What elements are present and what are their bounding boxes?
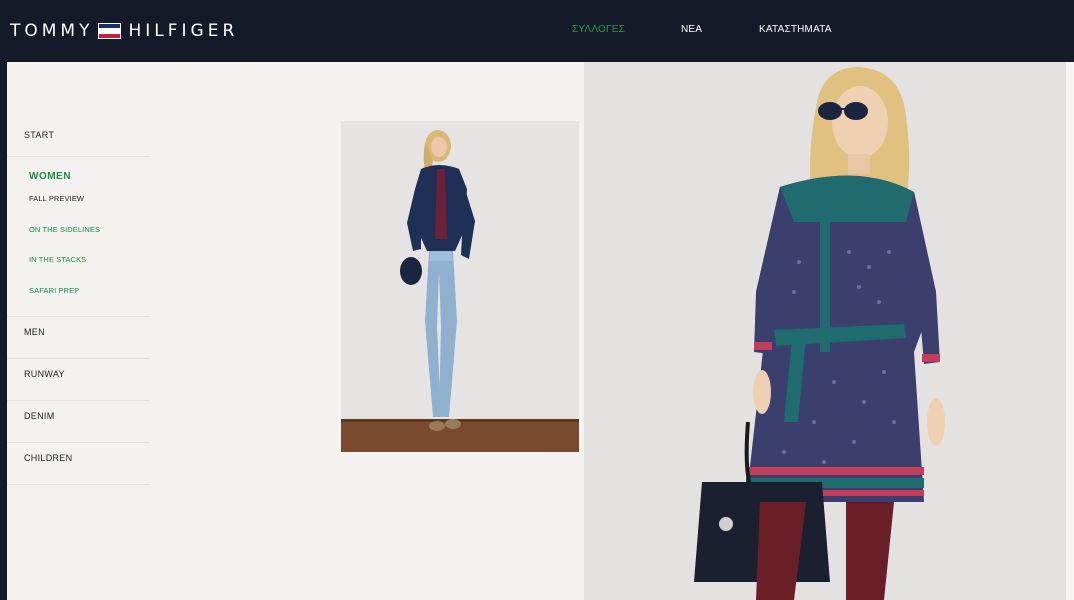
nav-stores[interactable]: ΚΑΤΑΣΤΗΜΑΤΑ — [759, 24, 832, 35]
active-pointer-icon — [0, 193, 7, 205]
lookbook-photo-small[interactable] — [341, 121, 579, 452]
top-header: TOMMY HILFIGER ΣΥΛΛΟΓΕΣ ΝΕΑ ΚΑΤΑΣΤΗΜΑΤΑ — [0, 0, 1074, 62]
sidebar-subitem-in-the-stacks[interactable]: IN THE STACKS — [7, 249, 150, 280]
sidebar-subitem-on-the-sidelines[interactable]: ON THE SIDELINES — [7, 219, 150, 250]
sidebar-group-women: WOMEN FALL PREVIEW ON THE SIDELINES IN T… — [0, 157, 150, 317]
model-jacket-jeans-image — [341, 121, 579, 452]
sidebar-item-women[interactable]: WOMEN — [7, 166, 150, 188]
nav-news[interactable]: ΝΕΑ — [681, 24, 702, 35]
sidebar-item-denim[interactable]: DENIM — [7, 401, 150, 443]
left-frame-border — [0, 62, 7, 600]
sidebar-item-start[interactable]: START — [7, 120, 150, 157]
lookbook-photo-large[interactable] — [584, 62, 1066, 600]
sidebar-subitem-fall-preview[interactable]: FALL PREVIEW — [7, 188, 150, 219]
flag-logo-icon — [98, 23, 122, 39]
sidebar-subitem-safari-prep[interactable]: SAFARI PREP — [7, 280, 150, 311]
brand-name-right: HILFIGER — [128, 21, 239, 41]
collections-sidebar: START WOMEN FALL PREVIEW ON THE SIDELINE… — [0, 120, 150, 485]
nav-collections[interactable]: ΣΥΛΛΟΓΕΣ — [572, 24, 625, 35]
sidebar-item-children[interactable]: CHILDREN — [7, 443, 150, 485]
sidebar-item-men[interactable]: MEN — [7, 317, 150, 359]
model-printed-dress-image — [584, 62, 1066, 600]
brand-name-left: TOMMY — [10, 21, 94, 41]
right-frame-border — [1066, 62, 1074, 600]
brand-logo[interactable]: TOMMY HILFIGER — [10, 21, 238, 41]
sidebar-item-runway[interactable]: RUNWAY — [7, 359, 150, 401]
